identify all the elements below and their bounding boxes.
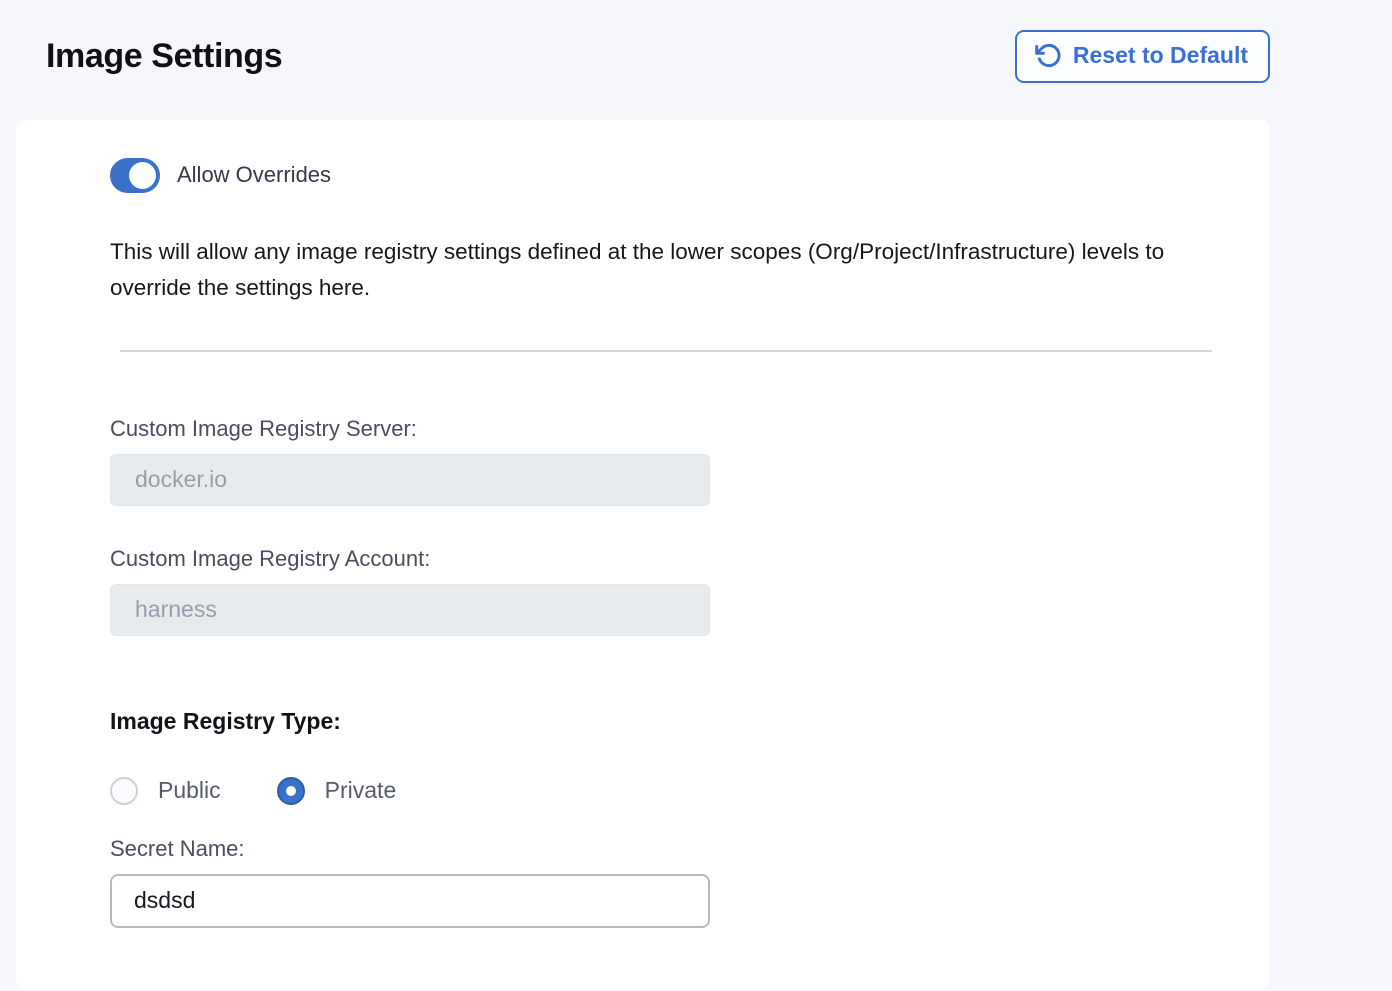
registry-type-radio-group: Public Private: [110, 777, 1270, 805]
page-header: Image Settings Reset to Default: [0, 0, 1392, 83]
radio-option-public[interactable]: Public: [110, 777, 221, 805]
reset-to-default-button[interactable]: Reset to Default: [1015, 30, 1270, 83]
allow-overrides-label: Allow Overrides: [177, 162, 331, 188]
secret-name-label: Secret Name:: [110, 836, 1270, 862]
registry-account-label: Custom Image Registry Account:: [110, 546, 1270, 572]
toggle-knob: [129, 162, 156, 189]
divider: [120, 350, 1212, 352]
allow-overrides-row: Allow Overrides: [110, 158, 1270, 193]
radio-circle-private[interactable]: [277, 777, 305, 805]
secret-name-input[interactable]: [110, 874, 710, 928]
reset-button-label: Reset to Default: [1073, 42, 1248, 70]
image-settings-card: Allow Overrides This will allow any imag…: [16, 120, 1270, 989]
registry-server-label: Custom Image Registry Server:: [110, 416, 1270, 442]
radio-option-private[interactable]: Private: [277, 777, 397, 805]
registry-type-label: Image Registry Type:: [110, 708, 1270, 735]
page-title: Image Settings: [46, 37, 282, 76]
override-description: This will allow any image registry setti…: [110, 234, 1228, 306]
registry-account-input: [110, 584, 710, 636]
radio-circle-public[interactable]: [110, 777, 138, 805]
radio-label-public: Public: [158, 777, 221, 804]
radio-label-private: Private: [325, 777, 397, 804]
registry-server-input: [110, 454, 710, 506]
allow-overrides-toggle[interactable]: [110, 158, 160, 193]
rotate-ccw-icon: [1035, 42, 1062, 69]
